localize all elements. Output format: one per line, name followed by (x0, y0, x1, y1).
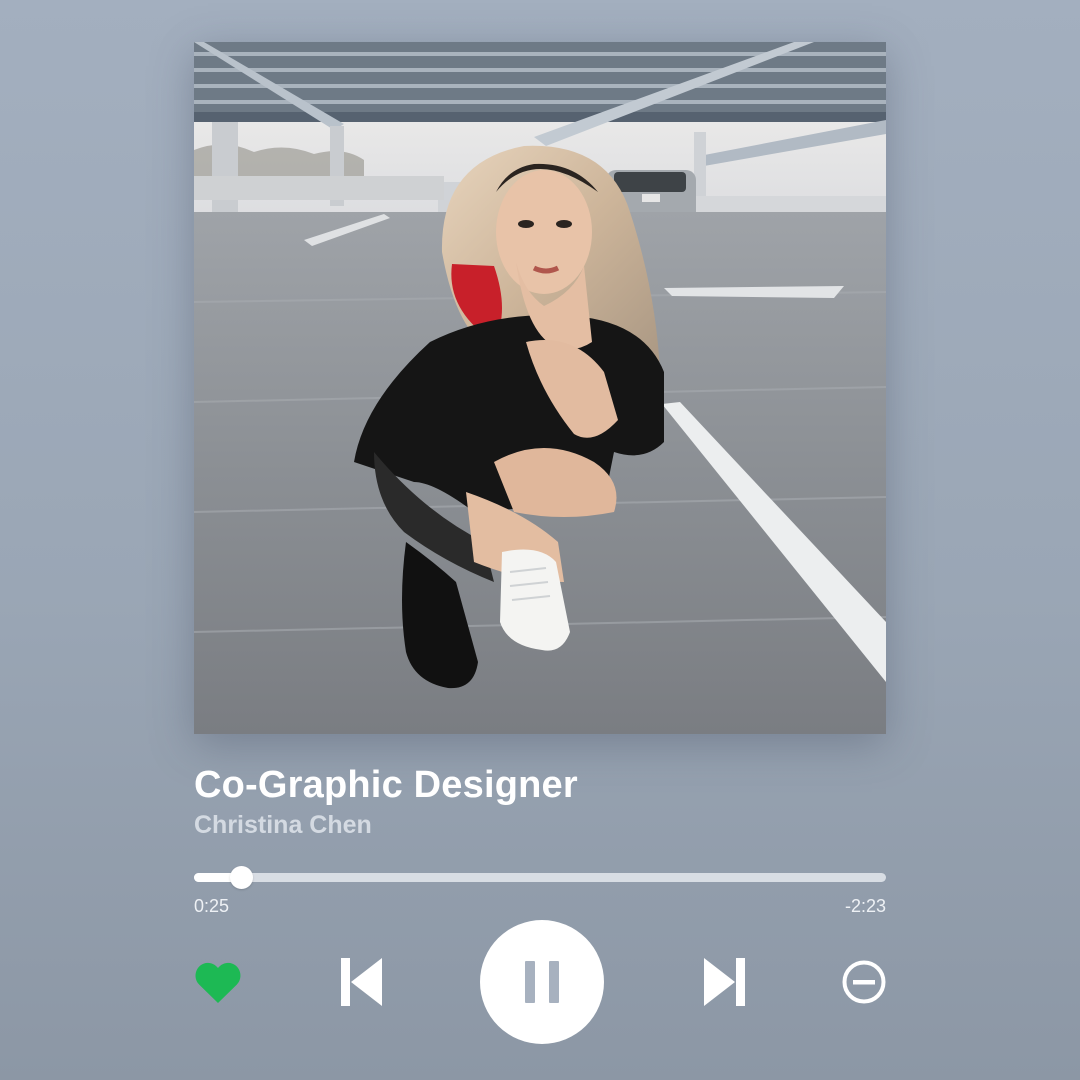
pause-icon (525, 961, 559, 1003)
like-button[interactable] (192, 957, 244, 1007)
elapsed-time: 0:25 (194, 896, 230, 916)
skip-next-icon (704, 958, 745, 1006)
album-art-image (194, 42, 886, 734)
previous-button[interactable] (336, 955, 386, 1009)
remaining-time: -2:23 (844, 896, 886, 916)
next-button[interactable] (700, 955, 750, 1009)
minus-circle-icon (842, 960, 886, 1004)
heart-icon (195, 962, 241, 1003)
progress-bar-thumb[interactable] (230, 866, 254, 889)
progress-bar[interactable] (194, 866, 886, 889)
pause-button[interactable] (480, 920, 604, 1044)
track-title: Co-Graphic Designer (194, 764, 578, 806)
album-art (194, 42, 886, 734)
track-artist[interactable]: Christina Chen (194, 811, 372, 840)
remove-button[interactable] (840, 958, 888, 1006)
skip-previous-icon (341, 958, 382, 1006)
